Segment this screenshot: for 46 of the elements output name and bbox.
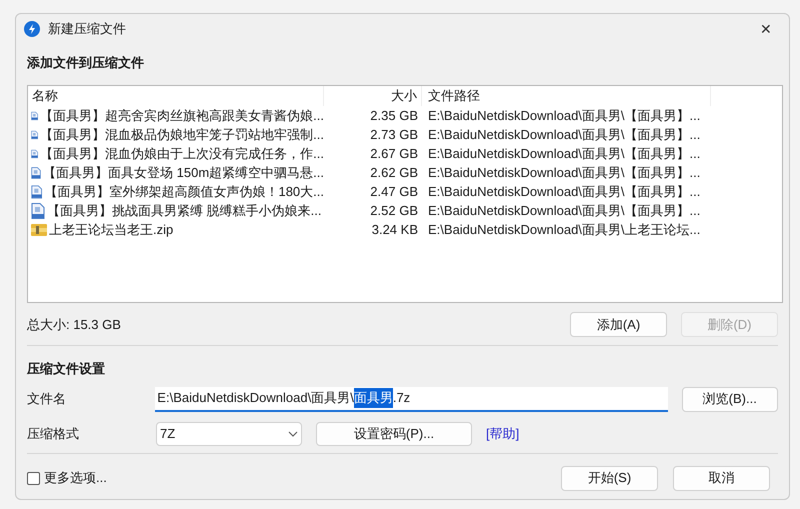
field-label: 压缩格式 (27, 424, 80, 443)
start-button[interactable]: 开始(S) (561, 466, 658, 490)
set-password-button[interactable]: 设置密码(P)... (316, 422, 472, 446)
column-header[interactable]: 名称 (28, 86, 324, 106)
cancel-button[interactable]: 取消 (673, 466, 770, 490)
document-icon (31, 165, 42, 181)
file-name[interactable]: 【面具男】超亮舍宾肉丝旗袍高跟美女青酱伪娘... (40, 106, 324, 126)
file-name[interactable]: 上老王论坛当老王.zip (49, 220, 174, 240)
more-options-checkbox[interactable]: 更多选项... (27, 468, 561, 488)
file-name[interactable]: 【面具男】混血伪娘由于上次没有完成任务，作... (40, 144, 324, 164)
file-size: 2.67 GB (369, 145, 419, 164)
file-size: 2.52 GB (369, 202, 419, 220)
file-size: 2.47 GB (369, 183, 419, 202)
browse-button[interactable]: 浏览(B)... (682, 386, 778, 412)
file-path: E:\BaiduNetdiskDownload\面具男\【面具男】... (427, 202, 702, 220)
file-size: 2.62 GB (369, 164, 419, 182)
field-label: 文件名 (27, 390, 67, 408)
add-button[interactable]: 添加(A) (570, 312, 667, 337)
file-path: E:\BaiduNetdiskDownload\面具男\【面具男】... (427, 126, 702, 144)
column-header[interactable]: 大小 (324, 86, 422, 106)
help-link[interactable]: [帮助] (486, 424, 520, 444)
app-icon (24, 21, 40, 37)
archive-icon (31, 224, 47, 236)
file-path: E:\BaiduNetdiskDownload\面具男\上老王论坛... (427, 221, 702, 240)
file-path: E:\BaiduNetdiskDownload\面具男\【面具男】... (427, 164, 702, 182)
file-name[interactable]: 【面具男】面具女登场 150m超紧缚空中驷马悬... (43, 163, 324, 183)
total-size-label: 总大小: 15.3 GB (27, 316, 122, 334)
file-path: E:\BaiduNetdiskDownload\面具男\【面具男】... (427, 145, 702, 164)
chevron-down-icon (288, 430, 298, 436)
document-icon (31, 184, 42, 200)
document-icon (31, 203, 45, 219)
file-name[interactable]: 【面具男】挑战面具男紧缚 脱缚糕手小伪娘来... (47, 201, 322, 221)
file-size: 2.73 GB (369, 126, 419, 144)
file-path: E:\BaiduNetdiskDownload\面具男\【面具男】... (427, 107, 702, 126)
close-button[interactable]: ✕ (751, 17, 781, 41)
file-path: E:\BaiduNetdiskDownload\面具男\【面具男】... (427, 183, 702, 202)
file-name[interactable]: 【面具男】混血极品伪娘地牢笼子罚站地牢强制... (40, 125, 324, 145)
section-title: 压缩文件设置 (27, 360, 106, 378)
file-name[interactable]: 【面具男】室外绑架超高颜值女声伪娘！180大... (44, 182, 324, 202)
section-title: 添加文件到压缩文件 (27, 54, 145, 72)
column-header[interactable]: 文件路径 (422, 86, 711, 106)
file-size: 2.35 GB (369, 107, 419, 126)
format-dropdown[interactable]: 7Z (156, 422, 302, 446)
filename-field[interactable]: E:\BaiduNetdiskDownload\面具男\面具男.7z (155, 386, 668, 412)
file-size: 3.24 KB (370, 221, 419, 240)
window-title: 新建压缩文件 (48, 20, 126, 38)
